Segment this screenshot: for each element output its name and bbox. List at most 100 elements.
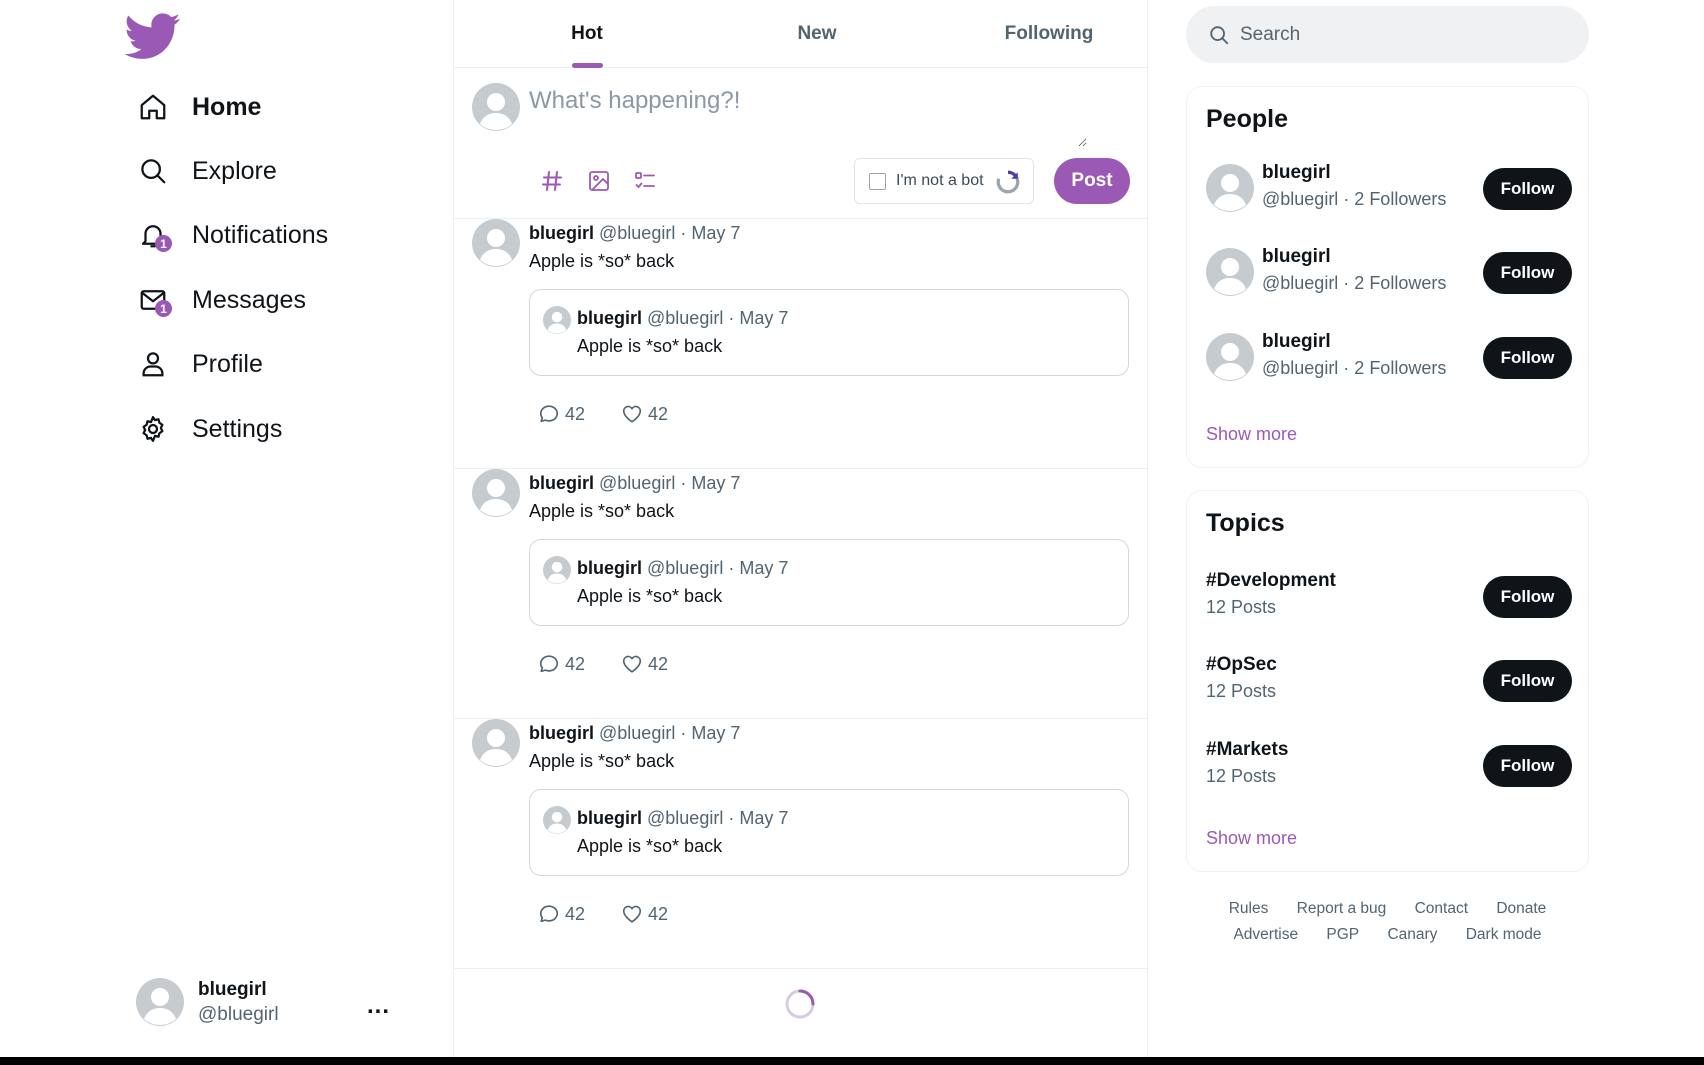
heart-icon [622, 905, 642, 923]
quote-author: bluegirl [577, 308, 643, 328]
footer-link-rules[interactable]: Rules [1229, 900, 1269, 917]
follow-button[interactable]: Follow [1483, 168, 1572, 210]
people-row[interactable]: bluegirl @bluegirl · 2 Followers Follow [1206, 160, 1572, 220]
tweet-text: Apple is *so* back [529, 251, 675, 271]
tab-new[interactable]: New [777, 0, 857, 68]
account-switcher[interactable]: bluegirl @bluegirl ... [136, 978, 398, 1026]
quoted-tweet[interactable]: bluegirl @bluegirl · May 7 Apple is *so*… [529, 289, 1129, 376]
bird-logo-icon[interactable] [124, 8, 182, 64]
tab-new-label: New [797, 23, 837, 44]
tweet-author[interactable]: bluegirl [529, 723, 594, 743]
tab-following-label: Following [1004, 23, 1094, 44]
home-icon [136, 90, 170, 124]
reply-count: 42 [565, 653, 586, 674]
reply-button[interactable]: 42 [538, 653, 585, 675]
footer-link-dark-mode[interactable]: Dark mode [1466, 926, 1542, 943]
compose-input[interactable] [529, 87, 1087, 147]
hashtag-icon[interactable] [539, 168, 565, 194]
tweet[interactable]: bluegirl @bluegirl · May 7 Apple is *so*… [454, 719, 1148, 969]
follow-button[interactable]: Follow [1483, 660, 1572, 702]
tweet-text: Apple is *so* back [529, 501, 675, 521]
reply-count: 42 [565, 903, 586, 924]
recaptcha-icon [996, 170, 1020, 194]
follow-button[interactable]: Follow [1483, 337, 1572, 379]
follow-button[interactable]: Follow [1483, 576, 1572, 618]
tweet-actions: 42 42 [538, 403, 704, 425]
like-button[interactable]: 42 [621, 903, 668, 925]
captcha-label: I'm not a bot [896, 172, 984, 189]
image-icon[interactable] [586, 168, 612, 194]
feed-tabs: Hot New Following [454, 0, 1148, 68]
follow-button[interactable]: Follow [1483, 252, 1572, 294]
nav-profile-label: Profile [192, 349, 263, 378]
like-count: 42 [648, 653, 669, 674]
footer-link-pgp[interactable]: PGP [1326, 926, 1359, 943]
avatar[interactable] [1206, 248, 1254, 296]
topic-name[interactable]: #OpSec [1206, 654, 1277, 676]
footer-link-donate[interactable]: Donate [1496, 900, 1546, 917]
footer-link-advertise[interactable]: Advertise [1233, 926, 1298, 943]
avatar[interactable] [1206, 164, 1254, 212]
quote-text: Apple is *so* back [577, 586, 723, 606]
tab-hot[interactable]: Hot [544, 0, 630, 68]
tab-following[interactable]: Following [984, 0, 1114, 68]
tweet[interactable]: bluegirl @bluegirl · May 7 Apple is *so*… [454, 219, 1148, 469]
topic-row[interactable]: #Markets 12 Posts Follow [1206, 737, 1572, 797]
heart-icon [622, 405, 642, 423]
poll-icon[interactable] [632, 168, 658, 194]
user-icon [136, 347, 170, 381]
footer-link-report-bug[interactable]: Report a bug [1297, 900, 1387, 917]
topic-row[interactable]: #Development 12 Posts Follow [1206, 568, 1572, 628]
nav-notifications[interactable]: 1 Notifications [136, 210, 328, 260]
captcha-widget: I'm not a bot [854, 158, 1034, 204]
left-sidebar: Home Explore 1 Notifications 1 Messages … [0, 0, 454, 1057]
nav-messages[interactable]: 1 Messages [136, 275, 306, 325]
people-row[interactable]: bluegirl @bluegirl · 2 Followers Follow [1206, 244, 1572, 304]
follow-button[interactable]: Follow [1483, 745, 1572, 787]
avatar[interactable] [472, 219, 520, 267]
like-button[interactable]: 42 [621, 653, 668, 675]
post-button[interactable]: Post [1054, 158, 1130, 204]
footer-link-contact[interactable]: Contact [1415, 900, 1468, 917]
more-icon[interactable]: ... [367, 992, 390, 1020]
nav-settings[interactable]: Settings [136, 404, 282, 454]
nav-explore[interactable]: Explore [136, 146, 277, 196]
like-button[interactable]: 42 [621, 403, 668, 425]
person-name: bluegirl [1262, 331, 1331, 352]
tweet-author[interactable]: bluegirl [529, 223, 594, 243]
footer-link-canary[interactable]: Canary [1387, 926, 1437, 943]
topic-row[interactable]: #OpSec 12 Posts Follow [1206, 652, 1572, 712]
people-show-more-link[interactable]: Show more [1206, 424, 1297, 445]
avatar[interactable] [1206, 333, 1254, 381]
tweet[interactable]: bluegirl @bluegirl · May 7 Apple is *so*… [454, 469, 1148, 719]
nav-home[interactable]: Home [136, 82, 261, 132]
footer-row: Advertise PGP Canary Dark mode [1186, 922, 1589, 948]
quoted-tweet[interactable]: bluegirl @bluegirl · May 7 Apple is *so*… [529, 789, 1129, 876]
search-icon [136, 154, 170, 188]
topic-name[interactable]: #Development [1206, 570, 1336, 592]
tweet-actions: 42 42 [538, 653, 704, 675]
footer-links: Rules Report a bug Contact Donate Advert… [1186, 896, 1589, 948]
topic-name[interactable]: #Markets [1206, 739, 1288, 761]
reply-button[interactable]: 42 [538, 903, 585, 925]
topic-count: 12 Posts [1206, 681, 1277, 701]
captcha-checkbox[interactable] [869, 172, 886, 190]
tweet-author[interactable]: bluegirl [529, 473, 594, 493]
avatar[interactable] [472, 469, 520, 517]
search-input[interactable] [1240, 23, 1560, 46]
reply-button[interactable]: 42 [538, 403, 585, 425]
person-name: bluegirl [1262, 162, 1331, 183]
comment-icon [539, 655, 559, 673]
people-row[interactable]: bluegirl @bluegirl · 2 Followers Follow [1206, 329, 1572, 389]
avatar[interactable] [472, 719, 520, 767]
topic-count: 12 Posts [1206, 766, 1277, 786]
avatar [543, 556, 571, 584]
loading-spinner-icon [785, 989, 815, 1019]
quoted-tweet[interactable]: bluegirl @bluegirl · May 7 Apple is *so*… [529, 539, 1129, 626]
tab-active-indicator [571, 63, 603, 68]
topics-show-more-link[interactable]: Show more [1206, 828, 1297, 849]
tweet-meta: @bluegirl · May 7 [594, 223, 741, 243]
tweet-meta: @bluegirl · May 7 [594, 473, 741, 493]
nav-profile[interactable]: Profile [136, 339, 263, 389]
avatar [472, 83, 520, 131]
